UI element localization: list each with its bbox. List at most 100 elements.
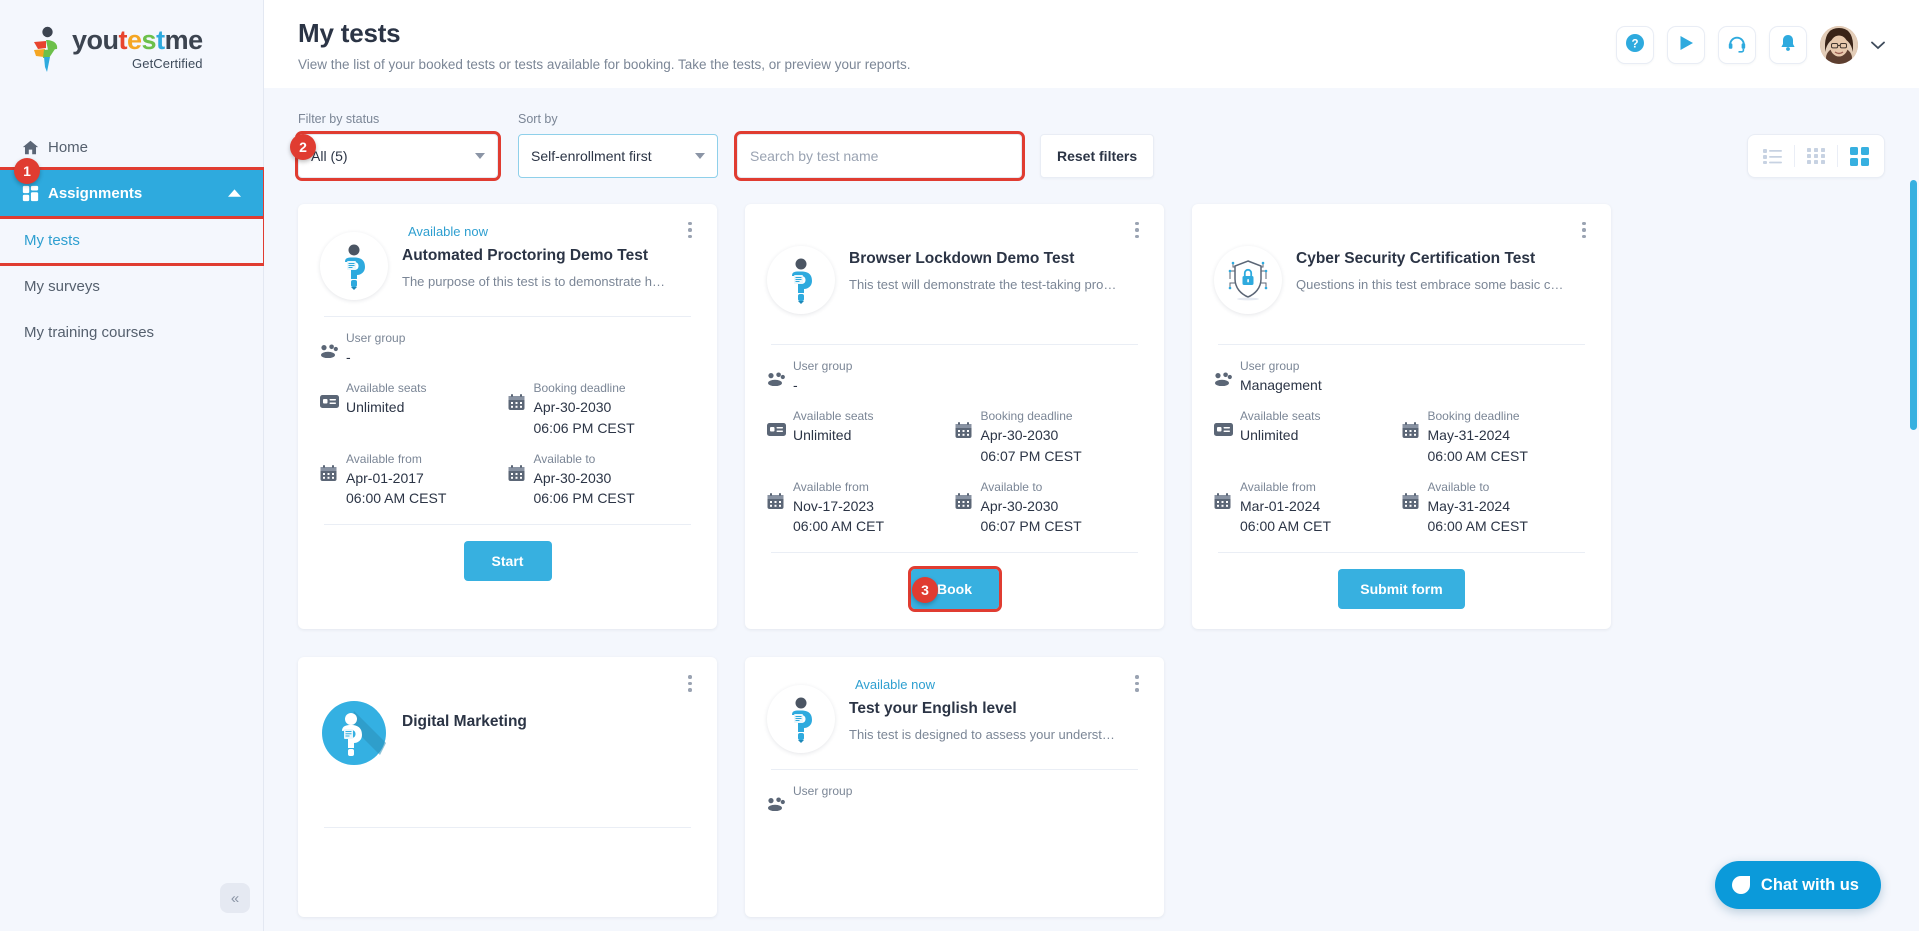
info-available-seats: Available seats Unlimited xyxy=(1214,409,1402,466)
card-header: Available now Automated Proctoring Demo … xyxy=(320,222,695,300)
info-label: Available from xyxy=(793,479,869,494)
info-value: Unlimited xyxy=(793,427,852,444)
card-title: Automated Proctoring Demo Test xyxy=(402,247,649,264)
sidebar-item-label: My training courses xyxy=(24,323,155,341)
info-value: Apr-01-2017 xyxy=(346,469,424,486)
start-button[interactable]: Start xyxy=(463,541,552,582)
sidebar-item-label: My tests xyxy=(24,231,80,249)
test-card[interactable]: Cyber Security Certification Test Questi… xyxy=(1192,204,1611,630)
divider xyxy=(1218,344,1585,345)
card-header: Browser Lockdown Demo Test This test wil… xyxy=(767,222,1142,314)
info-user-group: User group xyxy=(767,784,1142,816)
user-group-icon xyxy=(320,344,346,363)
status-filter-select[interactable]: All (5) xyxy=(295,131,501,181)
scrollbar-thumb[interactable] xyxy=(1910,180,1917,430)
sidebar-item-label: Home xyxy=(48,138,89,156)
search-box[interactable] xyxy=(734,131,1025,181)
info-value: Apr-30-2030 xyxy=(533,469,612,486)
info-value-time: 06:07 PM CEST xyxy=(980,518,1082,535)
sort-filter-label: Sort by xyxy=(518,112,558,126)
info-label: Available seats xyxy=(1240,409,1321,424)
info-value: Unlimited xyxy=(346,399,405,416)
chevron-down-icon[interactable] xyxy=(1871,38,1885,53)
info-label: Available seats xyxy=(793,409,874,424)
test-card[interactable]: Digital Marketing xyxy=(298,657,717,918)
info-label: User group xyxy=(346,331,406,345)
info-user-group: User group - xyxy=(320,331,695,367)
chat-with-us-button[interactable]: Chat with us xyxy=(1714,861,1881,909)
info-label: Booking deadline xyxy=(1427,409,1520,424)
search-field xyxy=(734,131,1025,181)
divider xyxy=(324,827,691,829)
play-button[interactable] xyxy=(1667,26,1705,64)
card-description: Questions in this test embrace some basi… xyxy=(1296,277,1565,292)
filter-bar: 2 Filter by status All (5) Sort by Self-… xyxy=(290,88,1885,181)
info-value: Apr-30-2030 xyxy=(980,497,1059,514)
user-group-icon xyxy=(1214,372,1240,391)
test-card[interactable]: Available now Test your English level Th… xyxy=(745,657,1164,918)
card-info-grid: User group xyxy=(767,784,1142,830)
calendar-icon xyxy=(955,492,981,515)
info-available-seats: Available seats Unlimited xyxy=(320,381,508,438)
avatar[interactable] xyxy=(1820,26,1858,64)
divider xyxy=(324,524,691,526)
info-label: User group xyxy=(793,784,853,799)
sidebar-item-my-surveys[interactable]: My surveys xyxy=(0,263,263,309)
reset-filters-button[interactable]: Reset filters xyxy=(1040,134,1155,178)
test-card[interactable]: Browser Lockdown Demo Test This test wil… xyxy=(745,204,1164,630)
info-label: Available seats xyxy=(346,381,427,396)
view-toggle-group xyxy=(1747,134,1885,178)
notifications-button[interactable] xyxy=(1769,26,1807,64)
card-info-grid: User group Management Available seats Un… xyxy=(1214,359,1589,550)
help-button[interactable]: ? xyxy=(1616,26,1654,64)
list-view-icon[interactable] xyxy=(1754,138,1792,174)
grid-icon xyxy=(22,185,48,202)
card-menu-icon[interactable] xyxy=(681,220,699,240)
info-user-group: User group - xyxy=(767,359,1142,395)
sidebar-item-assignments[interactable]: Assignments xyxy=(0,167,266,219)
info-label: Available from xyxy=(1240,479,1316,494)
sort-filter-value: Self-enrollment first xyxy=(531,148,652,164)
sidebar-item-my-training-courses[interactable]: My training courses xyxy=(0,309,263,355)
card-grid-view-icon[interactable] xyxy=(1840,138,1878,174)
info-value: Unlimited xyxy=(1240,427,1299,444)
divider xyxy=(1218,552,1585,554)
divider xyxy=(771,552,1138,554)
card-title: Test your English level xyxy=(849,700,1017,718)
seats-icon xyxy=(320,394,346,414)
card-menu-icon[interactable] xyxy=(1128,673,1146,693)
sidebar-item-my-tests[interactable]: My tests xyxy=(0,214,266,266)
card-header: Available now Test your English level Th… xyxy=(767,675,1142,754)
svg-text:?: ? xyxy=(1631,38,1638,50)
card-header-text: Cyber Security Certification Test Questi… xyxy=(1296,236,1589,292)
test-person-question-icon xyxy=(320,232,388,300)
search-input[interactable] xyxy=(750,148,1009,164)
sidebar-nav: Home 1 Assignments My tests My surveys M… xyxy=(0,124,266,355)
info-available-to: Available to Apr-30-2030 06:07 PM CEST xyxy=(955,480,1143,537)
card-menu-icon[interactable] xyxy=(1128,220,1146,240)
calendar-icon xyxy=(1402,492,1428,515)
card-info-grid: User group - Available seats Unlimited B… xyxy=(320,331,695,522)
info-value-time: 06:00 AM CEST xyxy=(1427,447,1528,464)
play-icon xyxy=(1676,33,1696,58)
calendar-icon xyxy=(767,492,793,515)
compact-grid-view-icon[interactable] xyxy=(1797,138,1835,174)
support-button[interactable] xyxy=(1718,26,1756,64)
cyber-shield-lock-icon xyxy=(1214,246,1282,314)
sidebar-item-home[interactable]: Home xyxy=(0,124,263,170)
card-menu-icon[interactable] xyxy=(1575,220,1593,240)
info-value-time: 06:00 AM CEST xyxy=(1427,518,1528,535)
calendar-icon xyxy=(1214,492,1240,515)
brand-logo[interactable]: youtestme GetCertified xyxy=(0,0,263,96)
sort-filter-select[interactable]: Self-enrollment first xyxy=(518,134,718,178)
status-filter-field: Filter by status All (5) xyxy=(295,112,501,181)
page-scrollbar[interactable] xyxy=(1910,180,1917,931)
sidebar-collapse-button[interactable]: « xyxy=(220,883,250,913)
sidebar-item-label: Assignments xyxy=(48,184,143,202)
test-card[interactable]: Available now Automated Proctoring Demo … xyxy=(298,204,717,630)
card-title: Digital Marketing xyxy=(402,713,527,731)
card-menu-icon[interactable] xyxy=(681,673,699,693)
submit-form-button[interactable]: Submit form xyxy=(1338,569,1465,610)
info-label: Available to xyxy=(1427,479,1490,494)
annotation-badge-2: 2 xyxy=(290,134,316,160)
